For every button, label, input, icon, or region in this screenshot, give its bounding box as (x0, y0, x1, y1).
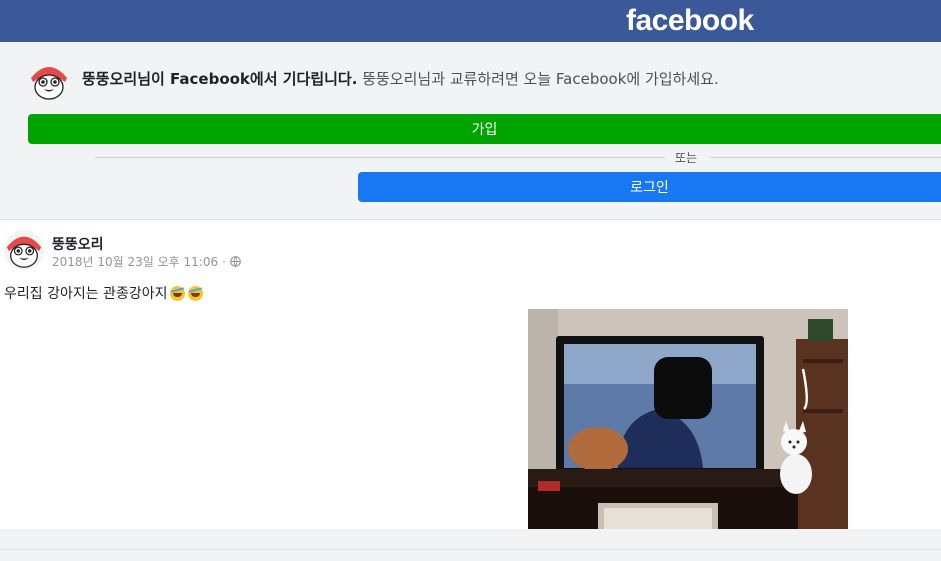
top-navigation-bar: facebook (0, 0, 941, 42)
banner-invite-message: 뚱뚱오리님과 교류하려면 오늘 Facebook에 가입하세요. (357, 70, 719, 88)
globe-icon[interactable] (230, 256, 241, 267)
post-message: 우리집 강아지는 관종강아지 (4, 286, 168, 302)
or-divider: 또는 (95, 148, 941, 166)
page-footer-area (0, 529, 941, 561)
post-timestamp[interactable]: 2018년 10월 23일 오후 11:06 (52, 253, 218, 270)
signup-button[interactable]: 가입 (28, 114, 941, 144)
banner-bold-message: 뚱뚱오리님이 Facebook에서 기다립니다. (82, 70, 358, 88)
divider-line-right (710, 157, 941, 158)
divider-line-left (95, 157, 665, 158)
post-meta: 2018년 10월 23일 오후 11:06 · (52, 253, 241, 270)
post-card: 뚱뚱오리 2018년 10월 23일 오후 11:06 · 우리집 강아지는 관… (0, 219, 941, 530)
post-text: 우리집 강아지는 관종강아지 (4, 283, 204, 303)
footer-divider (0, 549, 941, 550)
login-button[interactable]: 로그인 (358, 172, 941, 202)
or-label: 또는 (675, 151, 698, 165)
signup-banner: 뚱뚱오리님이 Facebook에서 기다립니다. 뚱뚱오리님과 교류하려면 오늘… (0, 42, 941, 219)
duck-avatar-icon[interactable] (4, 230, 44, 270)
duck-avatar-icon[interactable] (28, 60, 70, 102)
rolling-on-floor-laughing-icon (170, 285, 186, 301)
rolling-on-floor-laughing-icon (188, 285, 204, 301)
facebook-logo[interactable]: facebook (626, 3, 754, 39)
post-author-name[interactable]: 뚱뚱오리 (52, 234, 104, 254)
banner-message: 뚱뚱오리님이 Facebook에서 기다립니다. 뚱뚱오리님과 교류하려면 오늘… (82, 69, 719, 89)
post-photo[interactable] (528, 309, 848, 530)
meta-separator: · (222, 254, 226, 269)
